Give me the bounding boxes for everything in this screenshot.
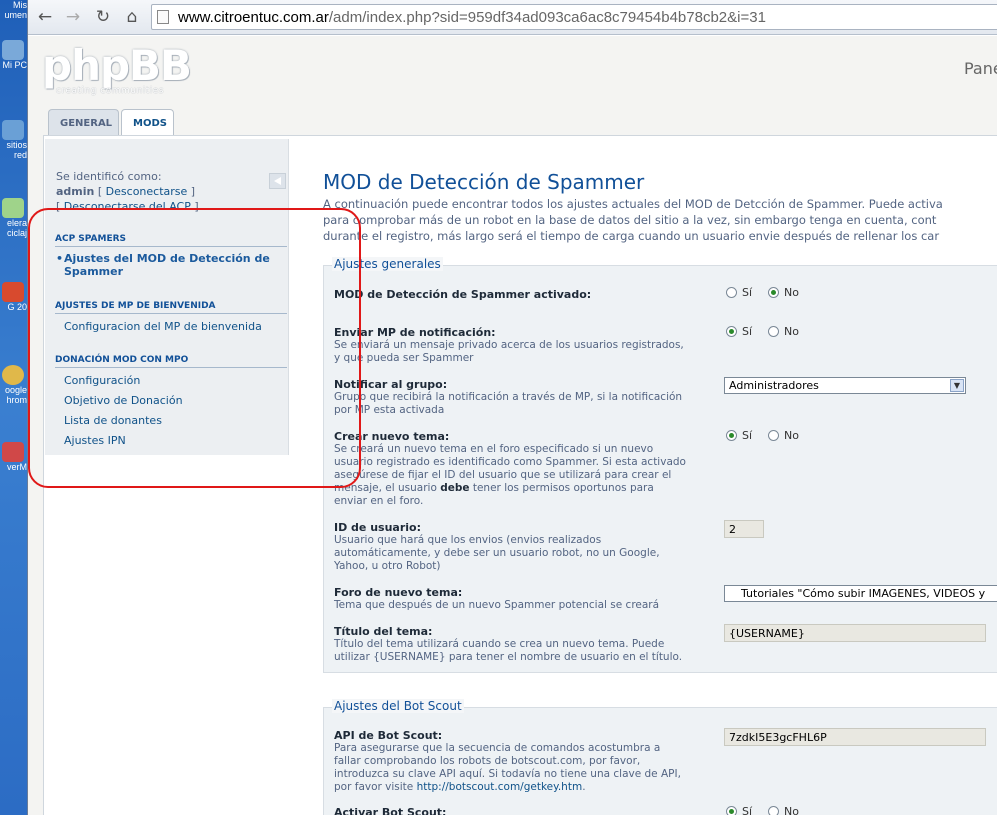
botscout-api-input[interactable]: 7zdkI5E3gcFHL6P bbox=[724, 728, 986, 746]
user-id-input[interactable]: 2 bbox=[724, 520, 764, 538]
botscout-getkey-link[interactable]: http://botscout.com/getkey.htm bbox=[417, 781, 583, 793]
radio-circle bbox=[726, 287, 737, 298]
botscout-activate-label: Activar Bot Scout: bbox=[334, 806, 447, 815]
logo-tagline: creating communities bbox=[56, 86, 164, 96]
radio-circle bbox=[768, 430, 779, 441]
recycle-bin-desktop-icon[interactable]: elera ciclaj bbox=[0, 198, 27, 238]
topic-forum-desc: Tema que después de un nuevo Spammer pot… bbox=[334, 599, 660, 611]
topic-title-input[interactable]: {USERNAME} bbox=[724, 624, 986, 642]
back-arrow-icon[interactable]: ← bbox=[34, 6, 56, 28]
botscout-no-radio[interactable]: No bbox=[768, 805, 799, 815]
app2-desktop-icon[interactable]: verM bbox=[0, 442, 27, 472]
send-pm-no-radio[interactable]: No bbox=[768, 325, 799, 338]
chrome-desktop-icon[interactable]: oogle hrom bbox=[0, 365, 27, 405]
radio-circle-selected bbox=[726, 326, 737, 337]
radio-circle-selected bbox=[726, 430, 737, 441]
send-pm-yes-radio[interactable]: Sí bbox=[726, 325, 752, 338]
topic-forum-label: Foro de nuevo tema: bbox=[334, 586, 463, 599]
address-bar[interactable]: www.citroentuc.com.ar/adm/index.php?sid=… bbox=[151, 4, 997, 30]
red-highlight-annotation bbox=[28, 208, 361, 488]
new-topic-no-radio[interactable]: No bbox=[768, 429, 799, 442]
radio-circle-selected bbox=[726, 806, 737, 815]
botscout-api-label: API de Bot Scout: bbox=[334, 729, 443, 742]
app-icon bbox=[2, 282, 24, 302]
botscout-yes-radio[interactable]: Sí bbox=[726, 805, 752, 815]
panel-title: Pane bbox=[964, 59, 997, 78]
page-title: MOD de Detección de Spammer bbox=[323, 170, 645, 194]
intro-line-3: durante el registro, más largo será el t… bbox=[323, 229, 940, 243]
botscout-legend: Ajustes del Bot Scout bbox=[332, 699, 464, 713]
radio-circle bbox=[768, 806, 779, 815]
url-text: www.citroentuc.com.ar/adm/index.php?sid=… bbox=[178, 9, 766, 26]
tab-mods[interactable]: MODS bbox=[121, 109, 174, 136]
topic-title-label: Título del tema: bbox=[334, 625, 433, 638]
browser-window: ← → ↻ ⌂ www.citroentuc.com.ar/adm/index.… bbox=[27, 0, 997, 815]
identified-as-label: Se identificó como: bbox=[56, 170, 162, 183]
page-icon bbox=[157, 10, 169, 24]
activated-yes-radio[interactable]: Sí bbox=[726, 286, 752, 299]
recycle-bin-icon bbox=[2, 198, 24, 218]
activated-no-radio[interactable]: No bbox=[768, 286, 799, 299]
collapse-sidebar-button[interactable] bbox=[269, 173, 286, 189]
intro-line-1: A continuación puede encontrar todos los… bbox=[323, 197, 943, 211]
tab-general[interactable]: GENERAL bbox=[48, 109, 119, 136]
acp-page: phpBB creating communities Pane GENERAL … bbox=[28, 36, 997, 815]
radio-circle bbox=[768, 326, 779, 337]
phpbb-logo[interactable]: phpBB bbox=[42, 44, 192, 88]
home-icon[interactable]: ⌂ bbox=[121, 6, 143, 28]
my-documents-desktop-icon[interactable]: Mis umen bbox=[0, 0, 27, 20]
user-id-desc: Usuario que hará que los envios (envios … bbox=[334, 534, 660, 572]
forward-arrow-icon[interactable]: → bbox=[62, 6, 84, 28]
windows-desktop: Mis umen Mi PC sitios red elera ciclaj G… bbox=[0, 0, 27, 815]
network-places-desktop-icon[interactable]: sitios red bbox=[0, 120, 27, 160]
activated-label: MOD de Detección de Spammer activado: bbox=[334, 288, 592, 301]
notify-group-select[interactable]: Administradores ▼ bbox=[724, 377, 966, 394]
new-topic-desc: Se creará un nuevo tema en el foro espec… bbox=[334, 443, 686, 507]
browser-toolbar: ← → ↻ ⌂ www.citroentuc.com.ar/adm/index.… bbox=[28, 0, 997, 35]
my-computer-desktop-icon[interactable]: Mi PC bbox=[0, 40, 27, 70]
notify-group-desc: Grupo que recibirá la notificación a tra… bbox=[334, 391, 683, 416]
topic-forum-select[interactable]: Tutoriales "Cómo subir IMAGENES, VIDEOS … bbox=[724, 585, 997, 602]
reload-icon[interactable]: ↻ bbox=[92, 6, 114, 28]
chrome-icon bbox=[2, 365, 24, 385]
intro-line-2: para comprobar más de un robot en la bas… bbox=[323, 213, 937, 227]
computer-icon bbox=[2, 40, 24, 60]
radio-circle-selected bbox=[768, 287, 779, 298]
user-line: admin [ Desconectarse ] bbox=[56, 185, 196, 198]
username: admin bbox=[56, 185, 95, 198]
logout-link[interactable]: Desconectarse bbox=[106, 185, 188, 198]
network-icon bbox=[2, 120, 24, 140]
app-desktop-icon[interactable]: G 20 bbox=[0, 282, 27, 312]
botscout-api-desc: Para asegurarse que la secuencia de coma… bbox=[334, 742, 681, 793]
chevron-down-icon: ▼ bbox=[950, 379, 964, 392]
send-pm-desc: Se enviará un mensaje privado acerca de … bbox=[334, 339, 684, 364]
user-id-label: ID de usuario: bbox=[334, 521, 422, 534]
app2-icon bbox=[2, 442, 24, 462]
new-topic-yes-radio[interactable]: Sí bbox=[726, 429, 752, 442]
topic-title-desc: Título del tema utilizará cuando se crea… bbox=[334, 638, 683, 663]
